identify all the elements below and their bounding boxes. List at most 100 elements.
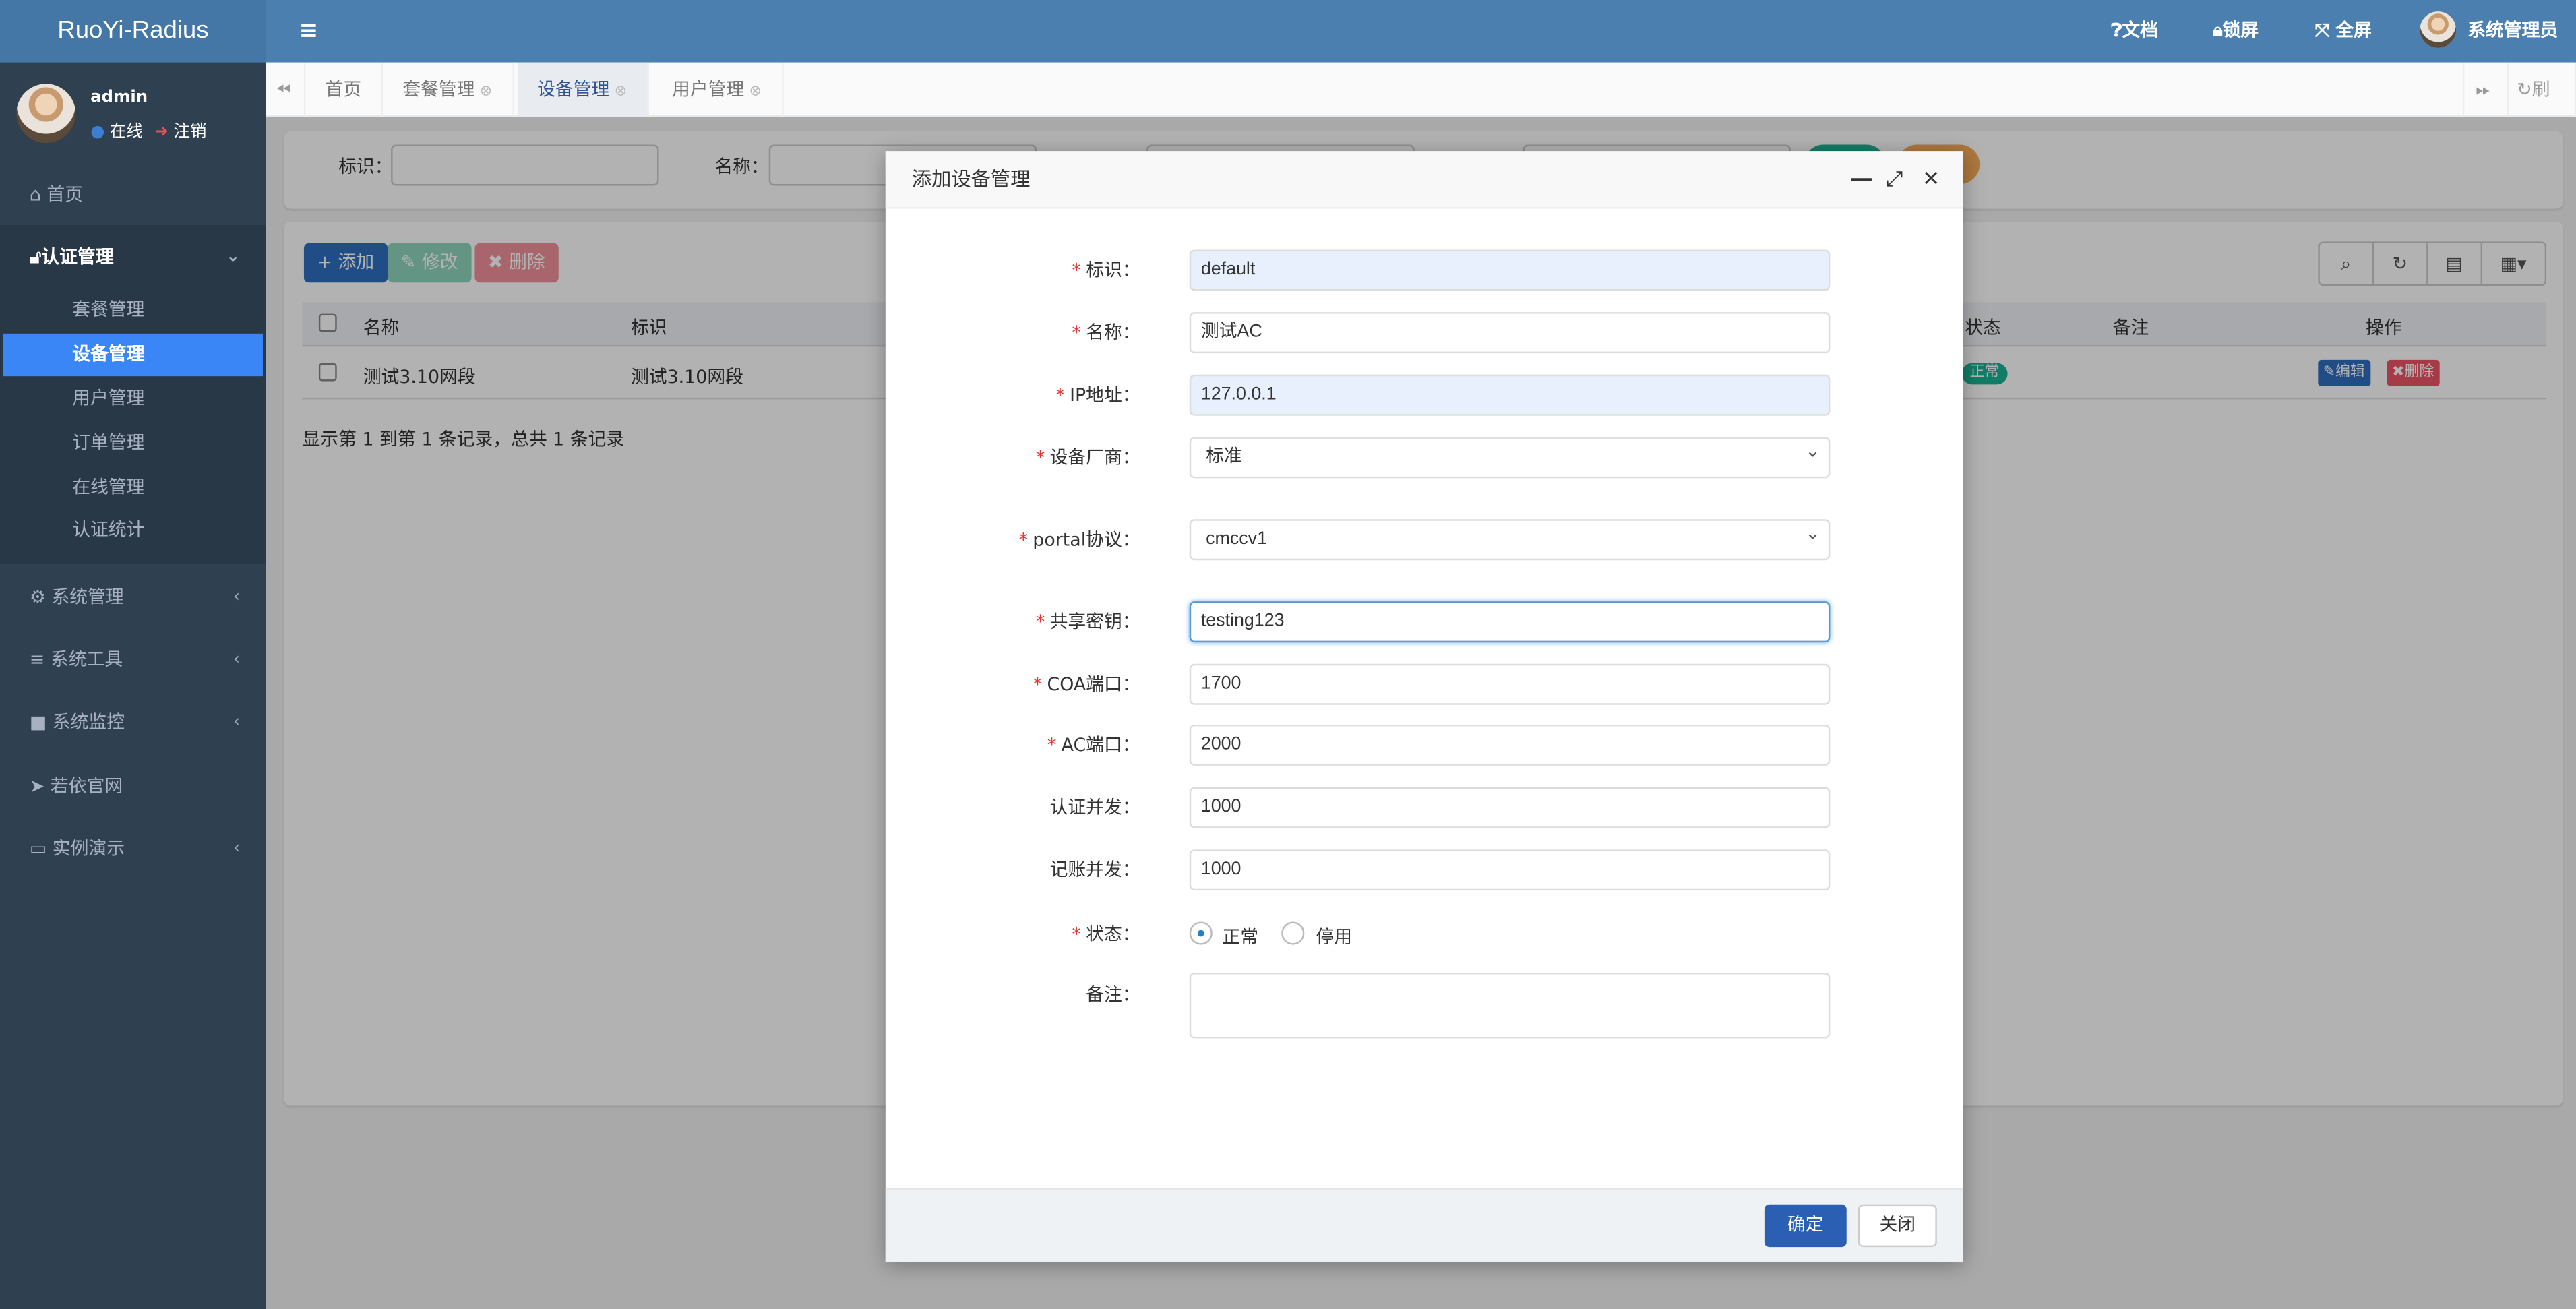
close-icon[interactable]: ⊗ xyxy=(615,84,627,100)
field-label: * IP地址： xyxy=(886,375,1140,416)
online-dot-icon: ● xyxy=(90,123,105,142)
close-icon[interactable]: ⊗ xyxy=(480,84,492,100)
required-mark: * xyxy=(1033,673,1043,696)
field-label: 记账并发： xyxy=(886,849,1140,890)
sidebar-item-label: 认证管理 xyxy=(41,246,114,268)
lock-label: 锁屏 xyxy=(2222,20,2259,41)
tab-user[interactable]: 用户管理 ⊗ xyxy=(652,62,783,117)
required-mark: * xyxy=(1018,528,1028,551)
close-icon[interactable]: ⊗ xyxy=(749,84,762,100)
confirm-button[interactable]: 确定 xyxy=(1764,1204,1847,1248)
logout-link[interactable]: 注销 xyxy=(174,123,207,142)
modal-footer: 确定 关闭 xyxy=(885,1188,1963,1262)
lock-icon: 🔒︎ xyxy=(2213,20,2223,41)
expand-icon: ⤧ xyxy=(2314,20,2329,41)
lock-screen-link[interactable]: 🔒︎锁屏 xyxy=(2213,0,2259,63)
menu-toggle-icon[interactable]: ≡ xyxy=(299,0,319,63)
avatar[interactable] xyxy=(16,84,76,144)
maximize-icon[interactable]: ⤢ xyxy=(1886,151,1903,208)
add-device-modal: 添加设备管理 — ⤢ ✕ * 标识： default * 名称： 测试AC * IP地址： 12… xyxy=(885,151,1963,1262)
user-avatar[interactable] xyxy=(2420,11,2457,48)
refresh-icon: ↻ xyxy=(2517,79,2532,100)
sidebar-item-package[interactable]: 套餐管理 xyxy=(0,289,266,332)
minimize-icon[interactable]: — xyxy=(1850,151,1873,208)
send-icon: ➤ xyxy=(29,775,45,797)
online-status: 在线 xyxy=(110,123,143,142)
required-mark: * xyxy=(1072,260,1081,281)
field-label: * 设备厂商： xyxy=(886,437,1140,478)
sidebar-item-home[interactable]: ⌂ 首页 xyxy=(0,174,266,216)
auth-concurrency-field[interactable]: 1000 xyxy=(1189,787,1831,828)
chevron-left-icon: ‹ xyxy=(233,588,240,607)
field-label-text: COA端口： xyxy=(1047,673,1140,696)
logout-icon: ➜ xyxy=(154,123,168,142)
ip-field[interactable]: 127.0.0.1 xyxy=(1189,374,1831,416)
docs-link[interactable]: ❓︎文档 xyxy=(2111,0,2158,63)
sidebar-item-system[interactable]: ⚙ 系统管理 ‹ xyxy=(0,577,266,619)
tab-home[interactable]: 首页 xyxy=(305,62,383,117)
close-icon[interactable]: ✕ xyxy=(1922,151,1940,208)
sidebar-item-order[interactable]: 订单管理 xyxy=(0,422,266,464)
docs-label: 文档 xyxy=(2122,20,2158,41)
sidebar-item-label: 若依官网 xyxy=(50,775,123,797)
app-root: RuoYi-Radius admin ● 在线 ➜ 注销 ⌂ 首页 🔓︎认证管理… xyxy=(0,0,2576,1309)
field-label-text: 标识： xyxy=(1086,260,1140,281)
tabs-scroll-right-icon[interactable]: ⏩︎ xyxy=(2462,62,2509,117)
acct-concurrency-field[interactable]: 1000 xyxy=(1189,849,1831,891)
field-label: * 名称： xyxy=(886,312,1140,353)
desktop-icon: ▭ xyxy=(29,838,47,859)
sidebar-item-demo[interactable]: ▭ 实例演示 ‹ xyxy=(0,828,266,871)
ac-port-field[interactable]: 2000 xyxy=(1189,724,1831,766)
name-field[interactable]: 测试AC xyxy=(1189,312,1831,354)
tab-package[interactable]: 套餐管理 ⊗ xyxy=(383,62,514,117)
fullscreen-link[interactable]: ⤧ 全屏 xyxy=(2314,0,2371,63)
coa-port-field[interactable]: 1700 xyxy=(1189,663,1831,705)
refresh-button[interactable]: ↻刷新 xyxy=(2509,62,2576,154)
field-label-text: portal协议： xyxy=(1033,528,1140,551)
sidebar-item-monitor[interactable]: ■ 系统监控 ‹ xyxy=(0,702,266,744)
sidebar-item-device[interactable]: 设备管理 xyxy=(3,333,263,377)
video-icon: ■ xyxy=(29,711,47,733)
tab-label: 设备管理 xyxy=(537,79,610,100)
sidebar-item-user[interactable]: 用户管理 xyxy=(0,378,266,421)
user-status: ● 在线 ➜ 注销 xyxy=(90,117,206,142)
vendor-select[interactable]: 标准 xyxy=(1189,434,1831,479)
modal-title: 添加设备管理 xyxy=(911,167,1031,191)
field-label-text: 设备厂商： xyxy=(1049,447,1140,468)
sidebar-item-label: 首页 xyxy=(47,184,84,206)
id-field[interactable]: default xyxy=(1189,249,1831,291)
sidebar-item-label: 系统工具 xyxy=(50,648,123,671)
sidebar-item-stats[interactable]: 认证统计 xyxy=(0,510,266,552)
tab-device[interactable]: 设备管理 ⊗ xyxy=(517,62,648,117)
home-icon: ⌂ xyxy=(29,184,41,206)
status-radio-normal[interactable] xyxy=(1189,921,1213,945)
sidebar: RuoYi-Radius admin ● 在线 ➜ 注销 ⌂ 首页 🔓︎认证管理… xyxy=(0,0,266,1309)
portal-select[interactable]: cmccv1 xyxy=(1189,516,1831,561)
sidebar-item-label: 系统管理 xyxy=(51,586,124,608)
sidebar-item-online[interactable]: 在线管理 xyxy=(0,466,266,509)
secret-field[interactable]: testing123 xyxy=(1189,601,1831,643)
sidebar-item-tools[interactable]: ≡ 系统工具 ‹ xyxy=(0,639,266,681)
required-mark: * xyxy=(1055,384,1065,406)
chevron-left-icon: ‹ xyxy=(233,712,240,731)
tab-label: 用户管理 xyxy=(671,79,745,100)
modal-header: 添加设备管理 — ⤢ ✕ xyxy=(885,151,1963,209)
user-name: admin xyxy=(90,88,148,107)
status-radio-disabled[interactable] xyxy=(1281,921,1305,945)
field-label: * AC端口： xyxy=(886,725,1140,766)
remark-textarea[interactable] xyxy=(1189,973,1831,1039)
sidebar-item-auth[interactable]: 🔓︎认证管理 ⌄ xyxy=(0,237,266,279)
required-mark: * xyxy=(1035,611,1045,633)
close-button[interactable]: 关闭 xyxy=(1858,1204,1937,1248)
gear-icon: ⚙ xyxy=(29,586,46,608)
fullscreen-label: 全屏 xyxy=(2335,20,2372,41)
tabs-scroll-left-icon[interactable]: ⏪︎ xyxy=(266,62,306,117)
field-label: * 状态： xyxy=(1072,923,1140,945)
user-menu[interactable]: 系统管理员 xyxy=(2467,0,2558,63)
field-label-text: 共享密钥： xyxy=(1049,611,1140,633)
sidebar-item-website[interactable]: ➤ 若依官网 xyxy=(0,766,266,808)
field-label-text: 认证并发： xyxy=(1049,797,1140,818)
tab-label: 首页 xyxy=(325,79,362,100)
app-logo[interactable]: RuoYi-Radius xyxy=(0,0,266,63)
top-navbar: ≡ ❓︎文档 🔒︎锁屏 ⤧ 全屏 系统管理员 xyxy=(266,0,2576,63)
